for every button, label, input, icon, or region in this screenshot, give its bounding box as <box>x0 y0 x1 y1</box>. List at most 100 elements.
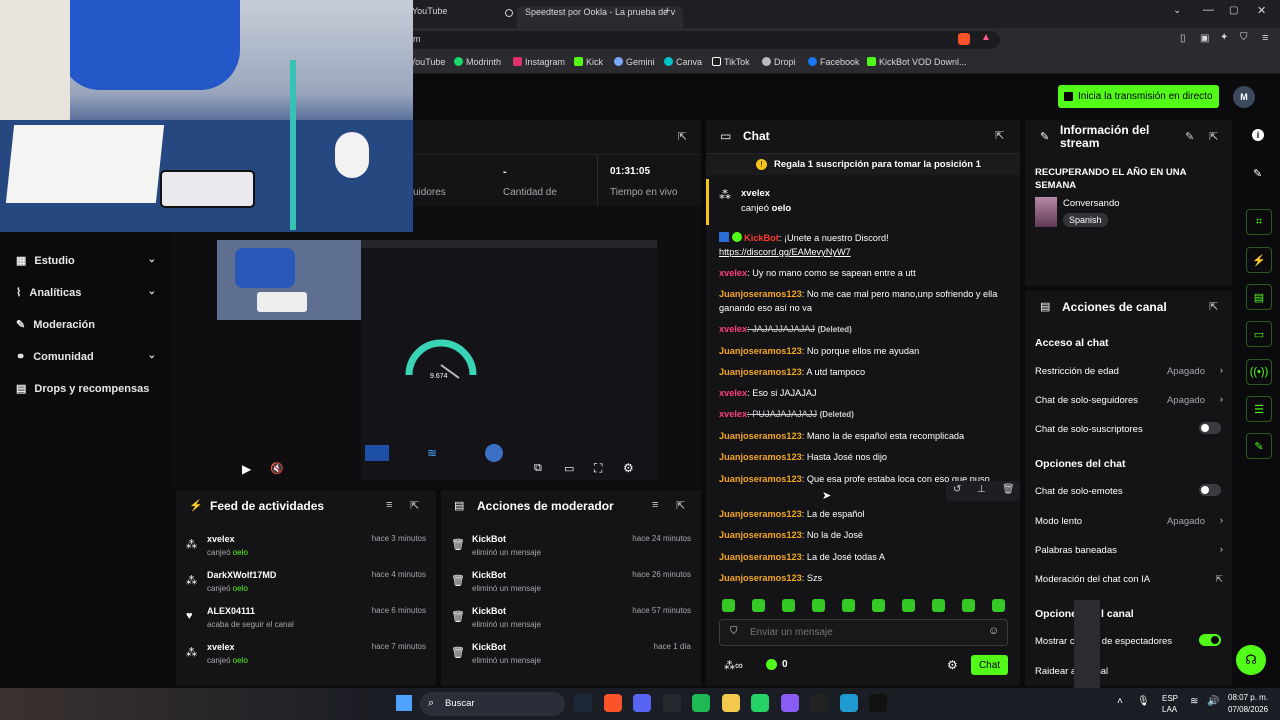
rail-clip-button[interactable]: ⌗ <box>1246 209 1272 235</box>
feed-username[interactable]: DarkXWolf17MD <box>207 570 276 580</box>
rail-bolt-button[interactable]: ⚡ <box>1246 247 1272 273</box>
age-restriction-row[interactable]: Restricción de edad Apagado › <box>1035 365 1225 377</box>
volume-icon[interactable]: 🔊 <box>1207 696 1219 707</box>
popout-icon[interactable]: ⇱ <box>1209 130 1218 143</box>
rail-list-button[interactable]: ☰ <box>1246 396 1272 422</box>
sidebar-item-estudio[interactable]: ▦ Estudio ⌄ <box>16 254 156 267</box>
edge-icon[interactable] <box>839 694 858 712</box>
chat-username[interactable]: Juanjoseramos123 <box>719 346 802 356</box>
chat-username[interactable]: xvelex <box>719 388 747 398</box>
chat-username[interactable]: xvelex <box>719 409 747 419</box>
messenger-icon[interactable] <box>780 694 799 712</box>
bookmark-youtube[interactable]: YouTube <box>410 57 445 67</box>
menu-icon[interactable]: ≡ <box>1262 32 1268 44</box>
chat-username[interactable]: Juanjoseramos123 <box>719 530 802 540</box>
edit-icon[interactable]: ✎ <box>1185 130 1194 143</box>
mod-username[interactable]: KickBot <box>472 642 506 652</box>
sidebar-toggle-icon[interactable]: ▯ <box>1180 33 1186 44</box>
emoji-icon[interactable]: ☺ <box>988 625 999 637</box>
popout-icon[interactable]: ⇱ <box>678 130 687 143</box>
delete-icon[interactable]: 🗑 <box>1002 484 1015 495</box>
rail-chat-button[interactable]: ▭ <box>1246 321 1272 347</box>
avatar[interactable]: M <box>1233 86 1255 108</box>
chat-username[interactable]: Juanjoseramos123 <box>719 452 802 462</box>
chat-username[interactable]: Juanjoseramos123 <box>719 431 802 441</box>
pip-icon[interactable]: ⧉ <box>534 462 542 475</box>
send-chat-button[interactable]: Chat <box>971 655 1008 675</box>
microphone-icon[interactable]: 🎙 <box>1137 696 1150 707</box>
tray-chevron-icon[interactable]: ˄ <box>1117 696 1123 707</box>
emote-icon[interactable] <box>722 599 735 612</box>
category-name[interactable]: Conversando <box>1063 198 1120 209</box>
bookmark-instagram[interactable]: Instagram <box>513 57 565 67</box>
mod-username[interactable]: KickBot <box>472 534 506 544</box>
emote-icon[interactable] <box>992 599 1005 612</box>
rail-wrench-button[interactable]: ✎ <box>1246 433 1272 459</box>
chat-username[interactable]: xvelex <box>719 268 747 278</box>
emote-icon[interactable] <box>812 599 825 612</box>
brave-rewards-icon[interactable]: ▲ <box>981 32 991 43</box>
chat-settings-icon[interactable]: ⚙ <box>947 658 958 672</box>
feed-username[interactable]: xvelex <box>207 534 235 544</box>
pinned-banner[interactable]: ! Regala 1 suscripción para tomar la pos… <box>706 153 1020 175</box>
filter-icon[interactable]: ≡ <box>652 499 658 511</box>
wallet-icon[interactable]: ▣ <box>1200 33 1209 44</box>
discord-icon[interactable] <box>633 694 651 712</box>
info-icon[interactable]: i <box>1252 129 1264 141</box>
mod-username[interactable]: KickBot <box>472 570 506 580</box>
chat-username[interactable]: Juanjoseramos123 <box>719 474 802 484</box>
folder-icon[interactable] <box>721 694 740 712</box>
pin-icon[interactable]: ⊥ <box>977 484 986 495</box>
clock-date[interactable]: 07/08/2026 <box>1228 705 1268 714</box>
support-headset-icon[interactable]: ☊ <box>1236 645 1266 675</box>
bookmark-dropi[interactable]: Dropi <box>762 57 796 67</box>
language-indicator[interactable]: ESP <box>1162 694 1178 703</box>
leo-ai-icon[interactable]: ✦ <box>1220 32 1228 43</box>
steam-icon[interactable] <box>574 694 592 712</box>
vpn-icon[interactable]: ⛉ <box>1240 32 1248 43</box>
chat-username[interactable]: Juanjoseramos123 <box>719 367 802 377</box>
chat-input[interactable]: ⛉ ☺ <box>719 619 1008 646</box>
slow-mode-row[interactable]: Modo lento Apagado › <box>1035 515 1225 527</box>
followers-only-row[interactable]: Chat de solo-seguidores Apagado › <box>1035 394 1225 406</box>
bookmark-kickbot[interactable]: KickBot VOD Downl... <box>867 57 967 67</box>
wifi-icon[interactable]: ≋ <box>1190 696 1198 707</box>
emote-icon[interactable] <box>902 599 915 612</box>
sidebar-item-drops[interactable]: ▤ Drops y recompensas <box>16 382 156 396</box>
emote-icon[interactable] <box>842 599 855 612</box>
banned-words-row[interactable]: Palabras baneadas › <box>1035 544 1225 556</box>
sidebar-item-analiticas[interactable]: ⌇ Analíticas ⌄ <box>16 286 156 299</box>
chat-username[interactable]: Juanjoseramos123 <box>719 573 802 583</box>
reply-icon[interactable]: ↺ <box>953 484 961 495</box>
spotify-icon[interactable] <box>692 694 710 712</box>
stream-preview[interactable]: 9.674 ≋ ▶ 🔇 ⧉ ▭ ⛶ ⚙ <box>172 206 701 488</box>
mute-icon[interactable]: 🔇 <box>270 462 284 475</box>
edit-icon[interactable]: ✎ <box>1253 167 1262 180</box>
new-tab-icon[interactable]: + <box>664 5 670 17</box>
bookmark-gemini[interactable]: Gemini <box>614 57 655 67</box>
github-icon[interactable] <box>662 694 681 712</box>
chat-username[interactable]: Juanjoseramos123 <box>719 289 802 299</box>
brave-icon[interactable] <box>603 694 622 712</box>
discord-link[interactable]: https://discord.gg/EAMevyNyW7 <box>719 247 851 257</box>
chat-username[interactable]: KickBot <box>744 233 779 243</box>
go-live-button[interactable]: Inicia la transmisión en directo <box>1058 85 1219 108</box>
feed-username[interactable]: ALEX04111 <box>207 606 255 616</box>
settings-gear-icon[interactable]: ⚙ <box>623 461 634 475</box>
popout-icon[interactable]: ⇱ <box>410 499 419 512</box>
bookmark-modrinth[interactable]: Modrinth <box>454 57 501 67</box>
popout-icon[interactable]: ⇱ <box>676 499 685 512</box>
subs-only-toggle[interactable] <box>1199 422 1221 434</box>
ai-moderation-row[interactable]: Moderación del chat con IA ⇱ <box>1035 574 1225 585</box>
filter-icon[interactable]: ≡ <box>386 499 392 511</box>
keyboard-layout[interactable]: LAA <box>1162 705 1177 714</box>
epic-games-icon[interactable] <box>810 694 828 712</box>
emotes-only-toggle[interactable] <box>1199 484 1221 496</box>
url-field[interactable]: m <box>405 31 1000 49</box>
emote-icon[interactable] <box>782 599 795 612</box>
capcut-icon[interactable] <box>869 694 887 712</box>
theater-icon[interactable]: ▭ <box>564 462 574 475</box>
clock-time[interactable]: 08:07 p. m. <box>1228 693 1268 702</box>
whatsapp-icon[interactable] <box>751 694 769 712</box>
popout-icon[interactable]: ⇱ <box>995 129 1004 142</box>
